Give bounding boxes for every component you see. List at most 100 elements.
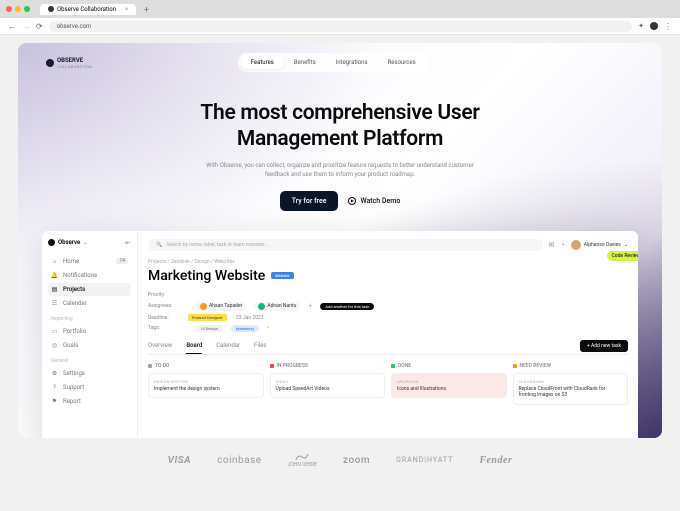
tab-board[interactable]: Board <box>186 342 202 354</box>
hero-subtitle: With Observe, you can collect, organize … <box>195 161 485 179</box>
logo-subtext: COLLABORATION <box>57 64 92 69</box>
brand-visa: VISA <box>168 455 191 466</box>
sidebar-item-home[interactable]: ⌂Home14 <box>48 255 131 268</box>
browser-chrome: Observe Collaboration × + ← → ⟳ observe.… <box>0 0 680 35</box>
brand-john-deere: JOHN DEERE <box>288 452 317 468</box>
new-tab-button[interactable]: + <box>140 5 153 14</box>
site-logo[interactable]: OBSERVE COLLABORATION <box>46 57 92 69</box>
browser-tab-strip: Observe Collaboration × + <box>0 0 680 18</box>
task-card[interactable]: GRAPHICSIcons and Illustrations <box>391 373 507 399</box>
sidebar-item-settings[interactable]: ⚙Settings <box>48 367 131 380</box>
task-card[interactable]: VIDEOUpload SpeedArt Videos <box>270 373 386 399</box>
add-task-button[interactable]: + Add new task <box>580 340 628 352</box>
project-meta: Priority: Assignees: Ahsan Tapader Adnan… <box>148 292 628 332</box>
user-avatar-icon <box>571 240 581 250</box>
hero-title: The most comprehensive UserManagement Pl… <box>18 100 662 153</box>
notification-icon[interactable]: ◔ <box>561 241 565 249</box>
inbox-icon[interactable]: ✉ <box>549 241 555 249</box>
play-icon: ▶ <box>348 197 356 205</box>
url-input[interactable]: observe.com <box>49 21 632 32</box>
tags-label: Tags: <box>148 325 188 331</box>
tab-close-icon[interactable]: × <box>125 6 128 13</box>
reload-button[interactable]: ⟳ <box>36 22 43 31</box>
collapse-sidebar-icon[interactable]: ⇤ <box>125 239 131 247</box>
url-text: observe.com <box>57 23 92 30</box>
sidebar-item-calendar[interactable]: ☷Calender <box>48 297 131 310</box>
tag-chip[interactable]: UI Design <box>196 325 223 332</box>
column-menu-icon[interactable]: ⋯ <box>623 363 628 369</box>
extensions-icon[interactable]: ✦ <box>638 22 644 30</box>
add-assignee-button[interactable]: + <box>308 302 312 310</box>
nav-links: Features Benefits Integrations Resources <box>238 53 429 72</box>
sidebar-item-support[interactable]: ?Support <box>48 381 131 394</box>
add-tag-button[interactable]: + <box>267 325 270 331</box>
chevron-down-icon[interactable]: ⌄ <box>83 240 87 246</box>
portfolio-icon: ▭ <box>51 328 58 335</box>
breadcrumb[interactable]: Projects / Zendesk / Design / Websites <box>148 259 628 265</box>
user-name: Alphanso Davies <box>584 242 621 248</box>
column-todo: TO DO⋯ DESIGN SYSTEMImplement the design… <box>148 363 264 405</box>
status-dot-icon <box>270 364 274 368</box>
close-window-icon[interactable] <box>6 6 12 12</box>
brand-coinbase: coinbase <box>217 455 261 466</box>
sidebar-item-portfolio[interactable]: ▭Portfolio <box>48 325 131 338</box>
task-card[interactable]: CLOUDRANKReplace CloudFront with CloudRa… <box>513 373 629 405</box>
column-menu-icon[interactable]: ⋯ <box>380 363 385 369</box>
app-preview-window: Observe ⌄ ⇤ ⌂Home14 🔔Notifications ▤Proj… <box>42 231 638 439</box>
user-menu[interactable]: Alphanso Davies ⌄ <box>571 240 628 250</box>
app-logo[interactable]: Observe ⌄ <box>48 239 87 246</box>
nav-integrations[interactable]: Integrations <box>326 56 378 69</box>
sidebar-item-projects[interactable]: ▤Projects <box>48 283 131 296</box>
nav-resources[interactable]: Resources <box>378 56 426 69</box>
minimize-window-icon[interactable] <box>15 6 21 12</box>
support-icon: ? <box>51 384 58 391</box>
hero-headline: The most comprehensive UserManagement Pl… <box>18 100 662 211</box>
watch-demo-label: Watch Demo <box>360 197 400 205</box>
tab-overview[interactable]: Overview <box>148 342 172 354</box>
sidebar-item-report[interactable]: ⚑Report <box>48 395 131 408</box>
browser-tab[interactable]: Observe Collaboration × <box>40 4 136 15</box>
page-title: Marketing Website Website <box>148 268 628 284</box>
search-input[interactable]: 🔍 Search by name, label, task or team me… <box>148 239 543 251</box>
hero-ctas: Try for free ▶ Watch Demo <box>18 191 662 211</box>
app-main: 🔍 Search by name, label, task or team me… <box>138 231 638 439</box>
try-free-button[interactable]: Try for free <box>280 191 339 211</box>
code-reviewers-badge: Code Reviewers <box>607 251 639 261</box>
nav-benefits[interactable]: Benefits <box>284 56 326 69</box>
task-card[interactable]: DESIGN SYSTEMImplement the design system <box>148 373 264 399</box>
search-placeholder: Search by name, label, task or team memb… <box>166 242 268 248</box>
avatar-icon <box>258 303 265 310</box>
maximize-window-icon[interactable] <box>24 6 30 12</box>
nav-features[interactable]: Features <box>241 56 284 69</box>
column-done: DONE⋯ GRAPHICSIcons and Illustrations <box>391 363 507 405</box>
sidebar-section-reporting: Reporting <box>51 316 131 322</box>
add-another-tooltip: Add another for this task <box>320 303 374 310</box>
back-button[interactable]: ← <box>8 22 16 31</box>
kanban-board: TO DO⋯ DESIGN SYSTEMImplement the design… <box>148 363 628 405</box>
title-chip: Website <box>271 272 293 279</box>
profile-avatar-icon[interactable] <box>650 22 658 30</box>
assignees-label: Assignees: <box>148 303 188 309</box>
forward-button[interactable]: → <box>22 22 30 31</box>
assignee-chip[interactable]: Ahsan Tapader <box>196 302 246 311</box>
assignee-chip[interactable]: Adnan Nantu <box>254 302 300 311</box>
view-tabs: Overview Board Calendar Files + Add new … <box>148 342 628 355</box>
logo-mark-icon <box>46 59 54 67</box>
watch-demo-button[interactable]: ▶ Watch Demo <box>348 197 400 205</box>
app-logo-icon <box>48 239 55 246</box>
tab-calendar[interactable]: Calendar <box>216 342 240 354</box>
tag-chip[interactable]: Marketing <box>231 325 259 332</box>
brand-zoom: zoom <box>343 455 370 466</box>
priority-label: Priority: <box>148 292 188 298</box>
column-menu-icon[interactable]: ⋯ <box>502 363 507 369</box>
window-controls[interactable] <box>6 6 30 12</box>
browser-menu-icon[interactable]: ⋮ <box>664 22 672 31</box>
column-menu-icon[interactable]: ⋯ <box>259 363 264 369</box>
status-dot-icon <box>391 364 395 368</box>
tab-files[interactable]: Files <box>254 342 267 354</box>
avatar-icon <box>200 303 207 310</box>
report-icon: ⚑ <box>51 398 58 405</box>
gear-icon: ⚙ <box>51 370 58 377</box>
sidebar-item-notifications[interactable]: 🔔Notifications <box>48 269 131 282</box>
sidebar-item-goals[interactable]: ◎Goals <box>48 339 131 352</box>
